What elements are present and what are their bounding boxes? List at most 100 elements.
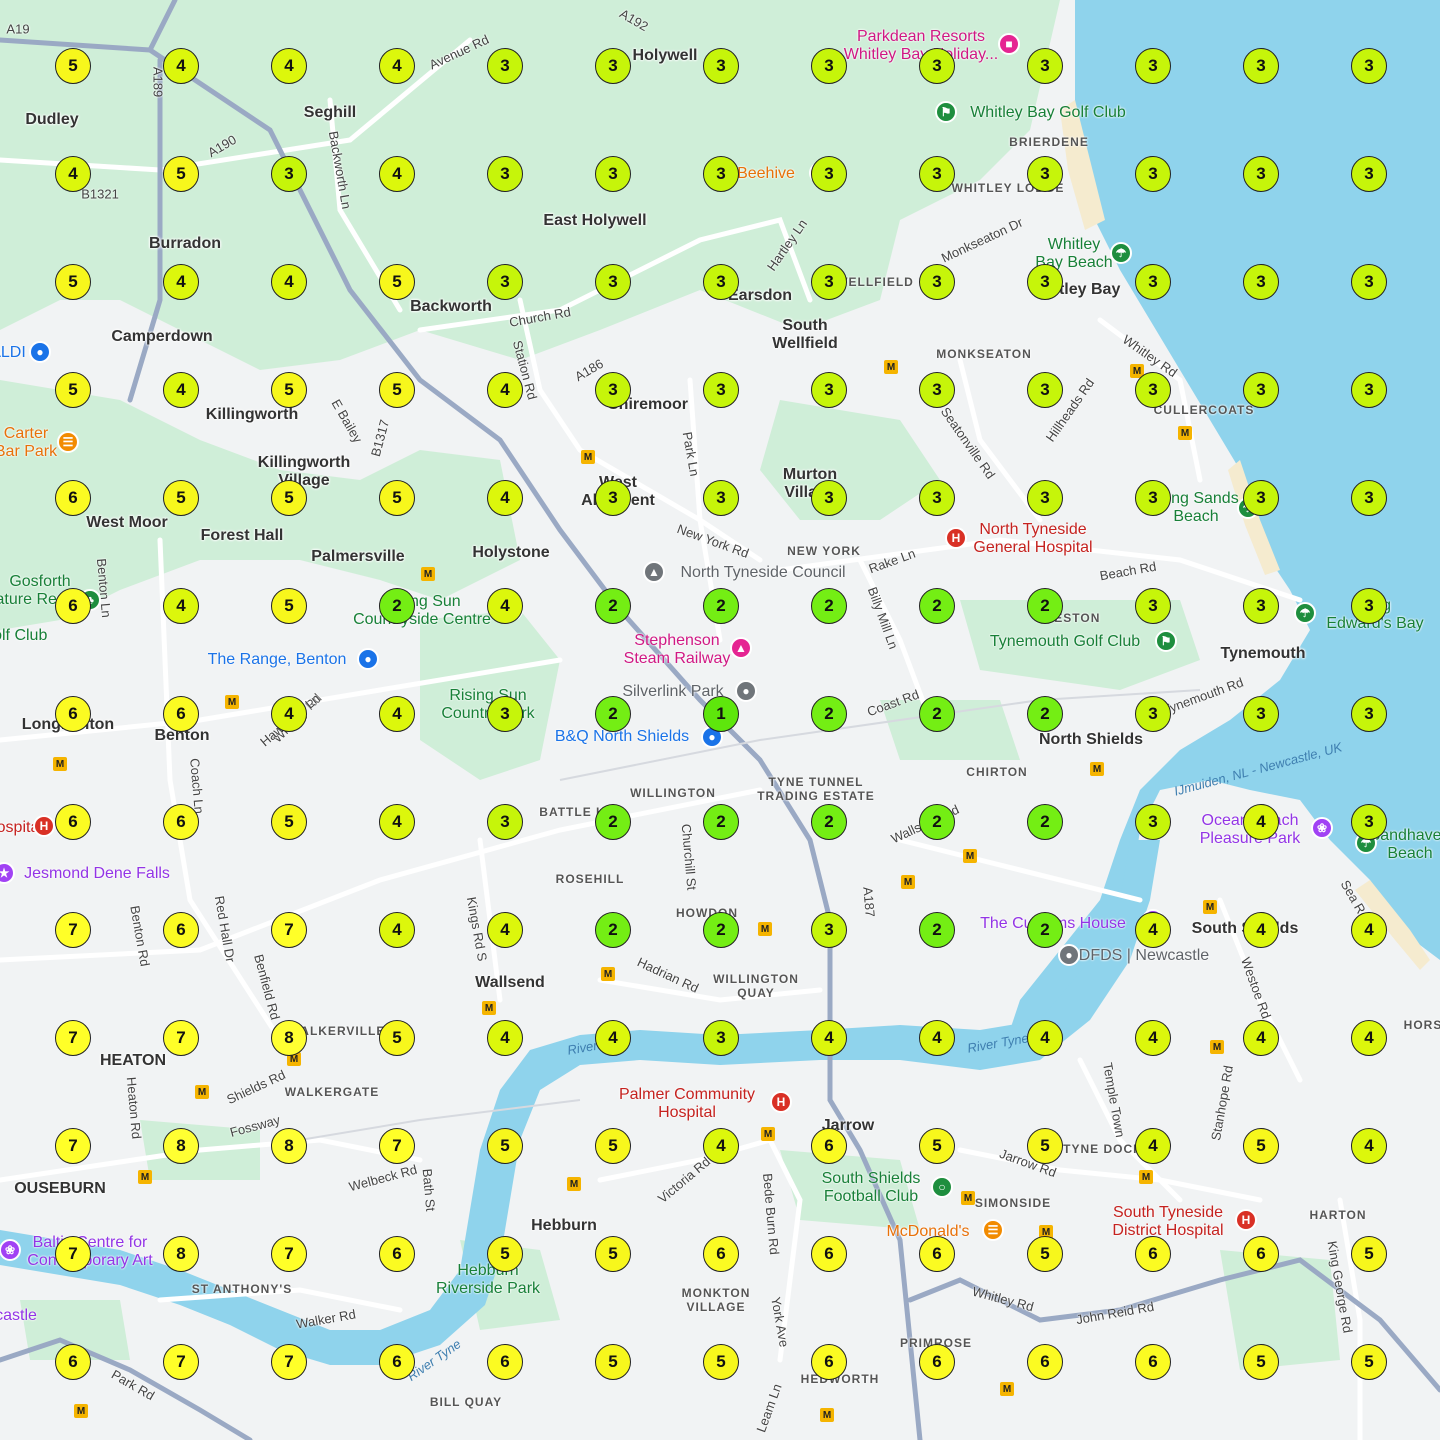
score-marker[interactable]: 3 <box>1351 156 1387 192</box>
score-marker[interactable]: 2 <box>703 912 739 948</box>
score-marker[interactable]: 3 <box>811 480 847 516</box>
score-marker[interactable]: 3 <box>1027 48 1063 84</box>
score-marker[interactable]: 3 <box>703 372 739 408</box>
beach-icon[interactable]: ☂ <box>1110 242 1132 264</box>
score-marker[interactable]: 2 <box>1027 696 1063 732</box>
score-marker[interactable]: 2 <box>1027 912 1063 948</box>
score-marker[interactable]: 6 <box>1243 1236 1279 1272</box>
metro-station-icon[interactable]: M <box>1178 426 1192 440</box>
score-marker[interactable]: 7 <box>55 1236 91 1272</box>
metro-station-icon[interactable]: M <box>1210 1040 1224 1054</box>
score-marker[interactable]: 4 <box>271 48 307 84</box>
score-marker[interactable]: 3 <box>811 48 847 84</box>
score-marker[interactable]: 4 <box>1243 804 1279 840</box>
score-marker[interactable]: 2 <box>919 696 955 732</box>
score-marker[interactable]: 3 <box>1351 480 1387 516</box>
score-marker[interactable]: 3 <box>703 480 739 516</box>
score-marker[interactable]: 4 <box>163 48 199 84</box>
score-marker[interactable]: 3 <box>919 156 955 192</box>
score-marker[interactable]: 6 <box>919 1236 955 1272</box>
score-marker[interactable]: 5 <box>271 588 307 624</box>
score-marker[interactable]: 3 <box>1351 804 1387 840</box>
score-marker[interactable]: 5 <box>595 1128 631 1164</box>
score-marker[interactable]: 5 <box>703 1344 739 1380</box>
score-marker[interactable]: 7 <box>55 1020 91 1056</box>
score-marker[interactable]: 4 <box>163 264 199 300</box>
score-marker[interactable]: 4 <box>1135 912 1171 948</box>
golf-icon[interactable]: ⚑ <box>935 101 957 123</box>
metro-station-icon[interactable]: M <box>884 360 898 374</box>
score-marker[interactable]: 5 <box>1027 1128 1063 1164</box>
score-marker[interactable]: 3 <box>487 804 523 840</box>
score-marker[interactable]: 4 <box>1135 1128 1171 1164</box>
beach-icon[interactable]: ☂ <box>1294 602 1316 624</box>
score-marker[interactable]: 3 <box>703 156 739 192</box>
score-marker[interactable]: 2 <box>811 588 847 624</box>
score-marker[interactable]: 3 <box>1027 372 1063 408</box>
score-marker[interactable]: 6 <box>811 1344 847 1380</box>
metro-station-icon[interactable]: M <box>1000 1382 1014 1396</box>
score-marker[interactable]: 4 <box>1243 1020 1279 1056</box>
score-marker[interactable]: 5 <box>163 480 199 516</box>
score-marker[interactable]: 5 <box>271 804 307 840</box>
score-marker[interactable]: 5 <box>1243 1344 1279 1380</box>
golf-icon[interactable]: ⚑ <box>1155 630 1177 652</box>
score-marker[interactable]: 3 <box>1243 480 1279 516</box>
score-marker[interactable]: 4 <box>271 696 307 732</box>
score-marker[interactable]: 2 <box>1027 804 1063 840</box>
score-marker[interactable]: 6 <box>163 696 199 732</box>
metro-station-icon[interactable]: M <box>195 1085 209 1099</box>
score-marker[interactable]: 3 <box>1351 264 1387 300</box>
score-marker[interactable]: 5 <box>379 372 415 408</box>
score-marker[interactable]: 5 <box>379 1020 415 1056</box>
score-marker[interactable]: 5 <box>271 480 307 516</box>
score-marker[interactable]: 5 <box>55 48 91 84</box>
score-marker[interactable]: 5 <box>1243 1128 1279 1164</box>
civic-icon[interactable]: ▲ <box>643 561 665 583</box>
score-marker[interactable]: 5 <box>55 264 91 300</box>
score-marker[interactable]: 8 <box>271 1128 307 1164</box>
score-marker[interactable]: 3 <box>1027 156 1063 192</box>
score-marker[interactable]: 1 <box>703 696 739 732</box>
metro-station-icon[interactable]: M <box>963 849 977 863</box>
hospital-icon[interactable]: H <box>770 1091 792 1113</box>
score-marker[interactable]: 5 <box>163 156 199 192</box>
score-marker[interactable]: 2 <box>595 588 631 624</box>
hospital-icon[interactable]: H <box>33 815 55 837</box>
score-marker[interactable]: 4 <box>487 1020 523 1056</box>
score-marker[interactable]: 3 <box>1135 48 1171 84</box>
score-marker[interactable]: 6 <box>1135 1344 1171 1380</box>
score-marker[interactable]: 3 <box>595 156 631 192</box>
place-icon[interactable]: ● <box>1058 944 1080 966</box>
score-marker[interactable]: 7 <box>379 1128 415 1164</box>
score-marker[interactable]: 6 <box>55 1344 91 1380</box>
score-marker[interactable]: 2 <box>595 912 631 948</box>
score-marker[interactable]: 3 <box>487 696 523 732</box>
score-marker[interactable]: 4 <box>271 264 307 300</box>
score-marker[interactable]: 6 <box>55 480 91 516</box>
score-marker[interactable]: 4 <box>595 1020 631 1056</box>
score-marker[interactable]: 3 <box>703 1020 739 1056</box>
score-marker[interactable]: 4 <box>163 372 199 408</box>
score-marker[interactable]: 3 <box>595 480 631 516</box>
metro-station-icon[interactable]: M <box>601 967 615 981</box>
score-marker[interactable]: 3 <box>487 264 523 300</box>
score-marker[interactable]: 4 <box>487 372 523 408</box>
metro-station-icon[interactable]: M <box>482 1001 496 1015</box>
score-marker[interactable]: 4 <box>379 912 415 948</box>
score-marker[interactable]: 3 <box>1135 696 1171 732</box>
metro-station-icon[interactable]: M <box>761 1127 775 1141</box>
score-marker[interactable]: 5 <box>487 1236 523 1272</box>
score-marker[interactable]: 3 <box>271 156 307 192</box>
score-marker[interactable]: 6 <box>379 1236 415 1272</box>
score-marker[interactable]: 3 <box>1135 156 1171 192</box>
score-marker[interactable]: 3 <box>811 156 847 192</box>
score-marker[interactable]: 4 <box>379 804 415 840</box>
score-marker[interactable]: 6 <box>163 804 199 840</box>
score-marker[interactable]: 3 <box>1135 264 1171 300</box>
score-marker[interactable]: 5 <box>595 1236 631 1272</box>
score-marker[interactable]: 4 <box>163 588 199 624</box>
score-marker[interactable]: 3 <box>1351 372 1387 408</box>
food-icon[interactable]: ☰ <box>57 431 79 453</box>
score-marker[interactable]: 2 <box>811 804 847 840</box>
